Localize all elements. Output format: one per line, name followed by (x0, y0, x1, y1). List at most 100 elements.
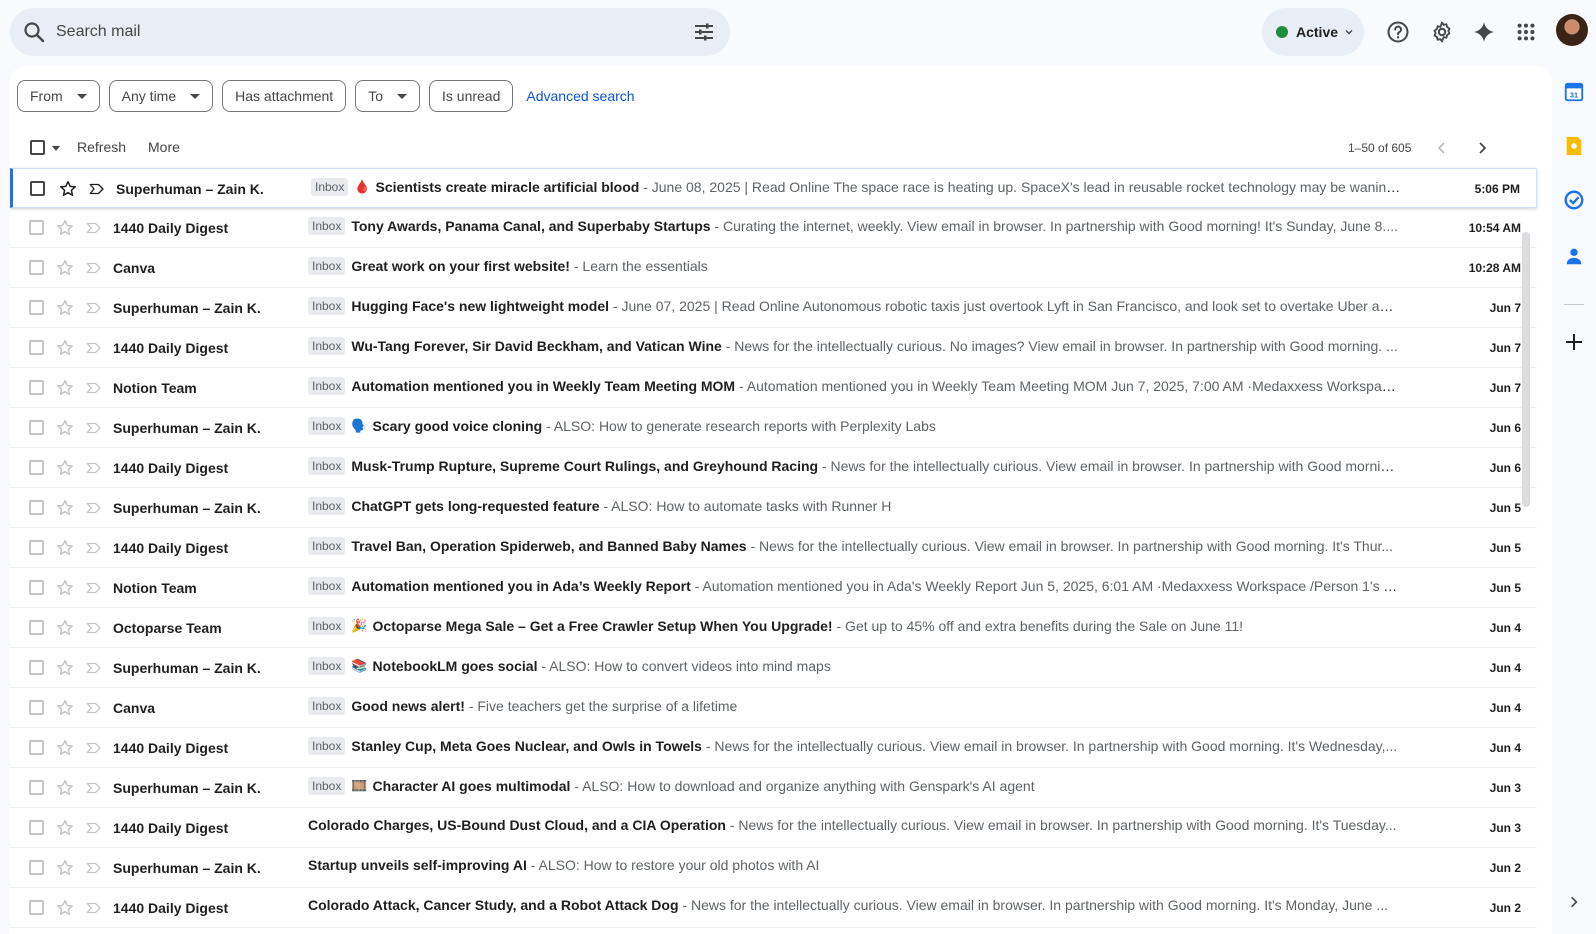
inbox-label-badge[interactable]: Inbox (308, 337, 346, 355)
star-icon[interactable] (55, 898, 75, 918)
important-marker-icon[interactable] (85, 739, 103, 757)
important-marker-icon[interactable] (85, 899, 103, 917)
star-icon[interactable] (55, 858, 75, 878)
email-row[interactable]: Superhuman – Zain K. Startup unveils sel… (10, 848, 1537, 888)
email-row[interactable]: 1440 Daily Digest Colorado Charges, US-B… (10, 808, 1537, 848)
row-checkbox[interactable] (29, 580, 44, 595)
star-icon[interactable] (55, 338, 75, 358)
important-marker-icon[interactable] (85, 579, 103, 597)
apps-grid-icon[interactable] (1512, 18, 1540, 46)
row-checkbox[interactable] (29, 860, 44, 875)
status-selector[interactable]: Active (1262, 8, 1364, 56)
inbox-label-badge[interactable]: Inbox (308, 457, 346, 475)
email-row[interactable]: 1440 Daily Digest Inbox Tony Awards, Pan… (10, 208, 1537, 248)
gear-icon[interactable] (1428, 18, 1456, 46)
filter-chip-any-time[interactable]: Any time (108, 80, 214, 112)
star-icon[interactable] (55, 458, 75, 478)
scrollbar-thumb[interactable] (1522, 232, 1530, 507)
star-icon[interactable] (55, 258, 75, 278)
important-marker-icon[interactable] (85, 339, 103, 357)
email-row[interactable]: Canva Inbox Good news alert! - Five teac… (10, 688, 1537, 728)
inbox-label-badge[interactable]: Inbox (308, 217, 346, 235)
row-checkbox[interactable] (29, 260, 44, 275)
inbox-label-badge[interactable]: Inbox (311, 178, 349, 196)
filter-chip-is-unread[interactable]: Is unread (429, 80, 514, 112)
select-all-checkbox[interactable] (30, 140, 45, 155)
star-icon[interactable] (55, 418, 75, 438)
important-marker-icon[interactable] (85, 419, 103, 437)
search-icon[interactable] (22, 20, 46, 44)
star-icon[interactable] (55, 378, 75, 398)
important-marker-icon[interactable] (88, 180, 106, 198)
row-checkbox[interactable] (29, 380, 44, 395)
email-row[interactable]: Superhuman – Zain K. Inbox 🩸 Scientists … (10, 168, 1537, 208)
row-checkbox[interactable] (29, 460, 44, 475)
inbox-label-badge[interactable]: Inbox (308, 737, 346, 755)
select-dropdown-caret-icon[interactable] (52, 146, 60, 151)
calendar-icon[interactable]: 31 (1562, 80, 1586, 104)
important-marker-icon[interactable] (85, 219, 103, 237)
email-row[interactable]: 1440 Daily Digest Inbox Stanley Cup, Met… (10, 728, 1537, 768)
important-marker-icon[interactable] (85, 859, 103, 877)
star-icon[interactable] (55, 658, 75, 678)
chevron-left-icon[interactable] (1432, 138, 1452, 158)
row-checkbox[interactable] (30, 181, 45, 196)
filter-chip-has-attachment[interactable]: Has attachment (222, 80, 347, 112)
row-checkbox[interactable] (29, 900, 44, 915)
row-checkbox[interactable] (29, 820, 44, 835)
email-row[interactable]: 1440 Daily Digest Colorado Attack, Cance… (10, 888, 1537, 928)
star-icon[interactable] (55, 818, 75, 838)
chevron-right-icon[interactable] (1472, 138, 1492, 158)
search-input[interactable] (56, 23, 656, 41)
row-checkbox[interactable] (29, 700, 44, 715)
row-checkbox[interactable] (29, 660, 44, 675)
star-icon[interactable] (55, 298, 75, 318)
gemini-sparkle-icon[interactable] (1470, 18, 1498, 46)
search-bar[interactable] (10, 8, 730, 56)
star-icon[interactable] (55, 218, 75, 238)
inbox-label-badge[interactable]: Inbox (308, 617, 346, 635)
inbox-label-badge[interactable]: Inbox (308, 377, 346, 395)
important-marker-icon[interactable] (85, 779, 103, 797)
contacts-icon[interactable] (1562, 244, 1586, 268)
important-marker-icon[interactable] (85, 699, 103, 717)
row-checkbox[interactable] (29, 500, 44, 515)
important-marker-icon[interactable] (85, 819, 103, 837)
star-icon[interactable] (55, 738, 75, 758)
inbox-label-badge[interactable]: Inbox (308, 657, 346, 675)
email-row[interactable]: 1440 Daily Digest Inbox Musk-Trump Ruptu… (10, 448, 1537, 488)
email-row[interactable]: Notion Team Inbox Automation mentioned y… (10, 568, 1537, 608)
email-row[interactable]: Notion Team Inbox Automation mentioned y… (10, 368, 1537, 408)
keep-icon[interactable] (1562, 134, 1586, 158)
star-icon[interactable] (55, 618, 75, 638)
email-row[interactable]: Octoparse Team Inbox 🎉 Octoparse Mega Sa… (10, 608, 1537, 648)
important-marker-icon[interactable] (85, 499, 103, 517)
important-marker-icon[interactable] (85, 459, 103, 477)
email-row[interactable]: 1440 Daily Digest Inbox Wu-Tang Forever,… (10, 328, 1537, 368)
advanced-search-link[interactable]: Advanced search (526, 88, 634, 104)
email-row[interactable]: Canva Inbox Great work on your first web… (10, 248, 1537, 288)
important-marker-icon[interactable] (85, 379, 103, 397)
inbox-label-badge[interactable]: Inbox (308, 297, 346, 315)
row-checkbox[interactable] (29, 620, 44, 635)
inbox-label-badge[interactable]: Inbox (308, 577, 346, 595)
row-checkbox[interactable] (29, 740, 44, 755)
row-checkbox[interactable] (29, 540, 44, 555)
search-options-icon[interactable] (692, 20, 716, 44)
important-marker-icon[interactable] (85, 619, 103, 637)
inbox-label-badge[interactable]: Inbox (308, 777, 346, 795)
email-row[interactable]: 1440 Daily Digest Inbox Travel Ban, Oper… (10, 528, 1537, 568)
star-icon[interactable] (55, 698, 75, 718)
inbox-label-badge[interactable]: Inbox (308, 497, 346, 515)
inbox-label-badge[interactable]: Inbox (308, 537, 346, 555)
add-icon[interactable] (1562, 330, 1586, 354)
star-icon[interactable] (55, 578, 75, 598)
inbox-label-badge[interactable]: Inbox (308, 257, 346, 275)
row-checkbox[interactable] (29, 300, 44, 315)
more-button[interactable]: More (148, 139, 180, 155)
help-icon[interactable] (1384, 18, 1412, 46)
email-row[interactable]: Superhuman – Zain K. Inbox 🎞️ Character … (10, 768, 1537, 808)
star-icon[interactable] (55, 778, 75, 798)
filter-chip-to[interactable]: To (355, 80, 420, 112)
important-marker-icon[interactable] (85, 539, 103, 557)
